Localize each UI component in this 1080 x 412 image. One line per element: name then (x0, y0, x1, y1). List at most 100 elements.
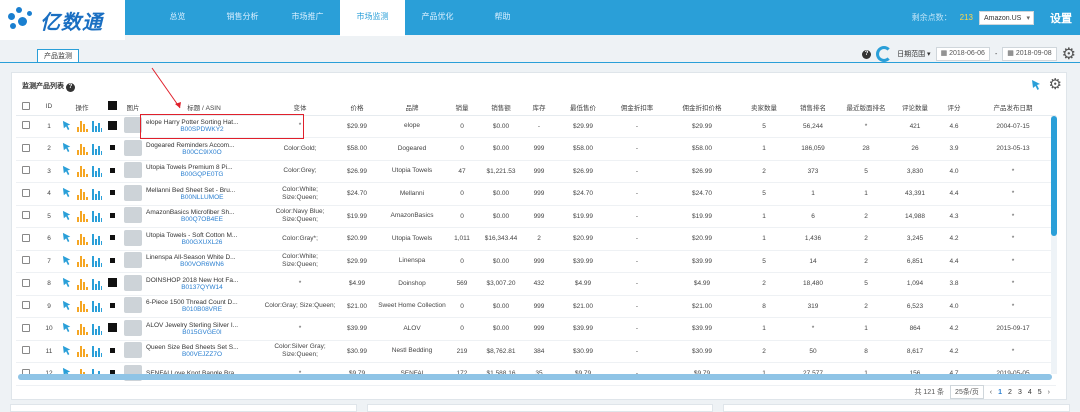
cell-image[interactable] (122, 182, 144, 206)
trend-bar-icon[interactable] (92, 165, 102, 178)
header-stock[interactable]: 库存 (524, 99, 554, 116)
chart-bar-icon[interactable] (77, 345, 88, 358)
header-lowest-price[interactable]: 最低售价 (554, 99, 612, 116)
date-to-field[interactable]: ▦ 2018-09-08 (1002, 47, 1057, 61)
product-thumbnail[interactable] (124, 319, 142, 336)
cell-title-asin[interactable]: Utopia Towels - Soft Cotton M... B00GXUXL… (144, 227, 264, 251)
row-checkbox[interactable] (22, 346, 30, 355)
table-row[interactable]: 2 Dogeared Reminders Accom... B00CC9IX0O Co… (16, 137, 1056, 161)
nav-item-market-monitor[interactable]: 市场监测 (340, 0, 405, 36)
product-title[interactable]: Queen Size Bed Sheets Set S... (146, 344, 258, 351)
vertical-scrollbar[interactable] (1051, 116, 1057, 374)
date-range-select[interactable]: 日期范围 ▾ (897, 49, 930, 59)
date-from-field[interactable]: ▦ 2018-06-06 (935, 47, 990, 61)
nav-item-overview[interactable]: 总览 (145, 0, 210, 35)
trend-bar-icon[interactable] (92, 300, 102, 313)
product-thumbnail[interactable] (124, 139, 142, 156)
cell-select[interactable] (16, 317, 36, 341)
table-row[interactable]: 6 Utopia Towels - Soft Cotton M... B00GXUX… (16, 227, 1056, 251)
product-asin[interactable]: B010B08VRE (146, 306, 258, 313)
page-3[interactable]: 3 (1018, 389, 1022, 396)
table-row[interactable]: 10 ALOV Jewelry Sterling Silver I... B015G… (16, 317, 1056, 341)
table-row[interactable]: 5 AmazonBasics Microfiber Sh... B00Q7OB4EE… (16, 205, 1056, 228)
chart-bar-icon[interactable] (77, 143, 88, 155)
row-checkbox[interactable] (22, 256, 30, 265)
table-row[interactable]: 4 Mellanni Bed Sheet Set - Bru... B00NLLUM… (16, 182, 1056, 206)
header-commission-price[interactable]: 佣金折扣价格 (662, 99, 742, 116)
trend-bar-icon[interactable] (92, 210, 102, 223)
horizontal-scroll-thumb[interactable] (18, 374, 1052, 380)
row-checkbox[interactable] (22, 323, 30, 332)
product-asin[interactable]: B00Q7OB4EE (146, 216, 258, 223)
trend-bar-icon[interactable] (92, 188, 102, 200)
product-title[interactable]: Dogeared Reminders Accom... (146, 142, 258, 149)
cell-title-asin[interactable]: Dogeared Reminders Accom... B00CC9IX0O (144, 137, 264, 161)
product-asin[interactable]: B0137QYW14 (146, 284, 258, 291)
select-pointer-icon[interactable] (62, 120, 73, 133)
cell-image[interactable] (122, 340, 144, 363)
product-asin[interactable]: B015GVGE0I (146, 329, 258, 336)
header-commission-rate[interactable]: 佣金折扣率 (612, 99, 662, 116)
product-title[interactable]: DOINSHOP 2018 New Hot Fa... (146, 277, 258, 284)
select-pointer-icon[interactable] (62, 142, 73, 155)
product-title[interactable]: Mellanni Bed Sheet Set - Bru... (146, 187, 258, 194)
header-seller-count[interactable]: 卖家数量 (742, 99, 786, 116)
row-checkbox[interactable] (22, 143, 30, 152)
trend-bar-icon[interactable] (92, 255, 102, 268)
cell-title-asin[interactable]: Mellanni Bed Sheet Set - Bru... B00NLLUMO… (144, 182, 264, 206)
table-settings-icon[interactable]: ⚙ (1049, 77, 1062, 92)
cell-image[interactable] (122, 227, 144, 251)
header-price[interactable]: 价格 (336, 99, 378, 116)
product-title[interactable]: Utopia Towels Premium 8 Pi... (146, 164, 258, 171)
trend-bar-icon[interactable] (92, 323, 102, 335)
nav-item-help[interactable]: 帮助 (470, 0, 535, 35)
product-thumbnail[interactable] (124, 297, 142, 314)
chart-bar-icon[interactable] (77, 165, 88, 178)
nav-item-promotion[interactable]: 市场推广 (275, 0, 340, 35)
product-asin[interactable]: B00NLLUMOE (146, 194, 258, 201)
header-sales[interactable]: 销量 (446, 99, 478, 116)
product-thumbnail[interactable] (124, 229, 142, 246)
row-checkbox[interactable] (22, 121, 30, 130)
cell-select[interactable] (16, 160, 36, 183)
cell-image[interactable] (122, 272, 144, 296)
cell-title-asin[interactable]: AmazonBasics Microfiber Sh... B00Q7OB4EE (144, 205, 264, 228)
select-pointer-icon[interactable] (62, 277, 73, 290)
market-select[interactable]: Amazon.US (979, 10, 1034, 26)
select-pointer-icon[interactable] (62, 255, 73, 268)
page-5[interactable]: 5 (1038, 389, 1042, 396)
prev-page-button[interactable]: ‹ (990, 389, 992, 396)
chart-bar-icon[interactable] (77, 278, 88, 290)
table-row[interactable]: 8 DOINSHOP 2018 New Hot Fa... B0137QYW14 * $… (16, 272, 1056, 296)
cell-select[interactable] (16, 272, 36, 296)
cell-select[interactable] (16, 250, 36, 273)
product-thumbnail[interactable] (124, 207, 142, 224)
product-asin[interactable]: B00VEJZZ7O (146, 351, 258, 358)
next-page-button[interactable]: › (1048, 389, 1050, 396)
vertical-scroll-thumb[interactable] (1051, 116, 1057, 236)
row-checkbox[interactable] (22, 211, 30, 220)
chart-bar-icon[interactable] (77, 120, 88, 133)
header-category-rank[interactable]: 最近版面排名 (840, 99, 892, 116)
header-brand[interactable]: 品牌 (378, 99, 446, 116)
nav-item-product-optimize[interactable]: 产品优化 (405, 0, 470, 35)
product-title[interactable]: AmazonBasics Microfiber Sh... (146, 209, 258, 216)
header-publish-date[interactable]: 产品发布日期 (970, 99, 1056, 116)
row-checkbox[interactable] (22, 301, 30, 310)
refresh-icon[interactable] (876, 46, 893, 62)
chart-bar-icon[interactable] (77, 233, 88, 245)
cell-image[interactable] (122, 295, 144, 318)
per-page-select[interactable]: 25条/页 (950, 385, 984, 399)
row-checkbox[interactable] (22, 188, 30, 197)
cell-title-asin[interactable]: Utopia Towels Premium 8 Pi... B00GQPE0TG (144, 160, 264, 183)
row-checkbox[interactable] (22, 278, 30, 287)
cell-select[interactable] (16, 295, 36, 318)
cell-select[interactable] (16, 182, 36, 206)
header-score[interactable]: 评分 (938, 99, 970, 116)
select-all-checkbox[interactable] (22, 101, 30, 110)
settings-link[interactable]: 设置 (1050, 10, 1072, 26)
cell-select[interactable] (16, 137, 36, 161)
cell-title-asin[interactable]: ALOV Jewelry Sterling Silver I... B015GVG… (144, 317, 264, 341)
panel-help-icon[interactable]: ? (65, 83, 75, 92)
product-asin[interactable]: B00GXUXL26 (146, 239, 258, 246)
